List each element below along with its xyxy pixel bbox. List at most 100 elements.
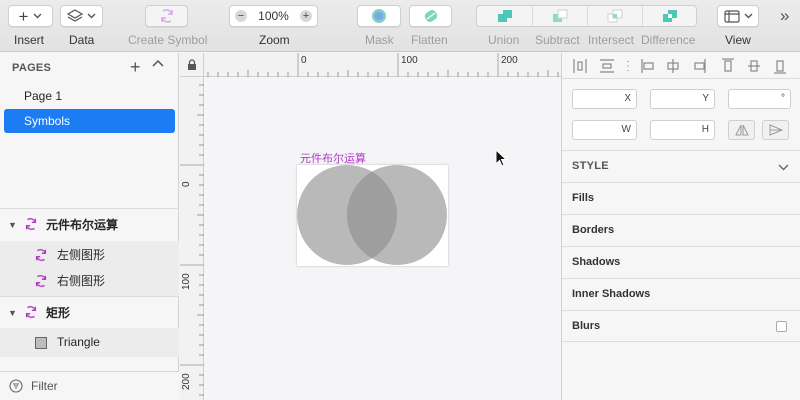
create-symbol-label: Create Symbol (128, 33, 208, 47)
layer-triangle[interactable]: Triangle (0, 328, 179, 357)
view-button[interactable] (717, 5, 759, 27)
align-top-icon[interactable] (722, 58, 734, 72)
artboard-title[interactable]: 元件布尔运算 (300, 150, 366, 166)
subtract-button[interactable] (532, 6, 587, 26)
zoom-control[interactable]: − 100% + (229, 5, 318, 27)
ruler-horizontal[interactable]: 0 100 200 (180, 53, 561, 77)
filter-bar: Filter (0, 371, 179, 400)
symbol-icon (25, 306, 37, 318)
inner-shadows-label: Inner Shadows (572, 288, 651, 300)
shadows-label: Shadows (572, 256, 621, 268)
distribute-vertical-icon[interactable] (600, 59, 614, 73)
layer-right-shape[interactable]: 右侧图形 (0, 267, 179, 296)
right-circle[interactable] (347, 165, 447, 265)
y-field[interactable]: Y (650, 89, 715, 109)
shadows-section[interactable]: Shadows (562, 246, 800, 278)
data-button[interactable] (60, 5, 103, 27)
filter-input[interactable]: Filter (31, 379, 58, 393)
layer-group-rectangle[interactable]: ▼ 矩形 (0, 296, 179, 328)
alignment-icons (573, 58, 786, 74)
intersect-button[interactable] (587, 6, 642, 26)
fills-section[interactable]: Fills (562, 182, 800, 214)
h-unit: H (701, 124, 709, 135)
page-item-symbols[interactable]: Symbols (4, 109, 175, 133)
chevron-down-icon[interactable] (778, 164, 789, 171)
pages-header: PAGES (12, 62, 52, 74)
flip-horizontal-button[interactable] (728, 120, 755, 140)
ruler-label: 100 (181, 273, 192, 290)
chevron-down-icon (744, 13, 752, 19)
mask-icon (372, 9, 386, 23)
blurs-checkbox[interactable] (776, 321, 787, 332)
add-page-button[interactable]: + (130, 58, 141, 76)
zoom-out-button[interactable]: − (235, 10, 247, 22)
ruler-corner-lock[interactable] (180, 53, 204, 77)
view-label: View (725, 33, 751, 47)
x-unit: X (624, 93, 631, 104)
rotation-unit: ° (781, 93, 785, 104)
symbol-icon (35, 275, 47, 287)
ruler-label: 200 (501, 55, 518, 66)
plus-icon: + (18, 6, 29, 26)
mask-button[interactable] (357, 5, 401, 27)
symbol-icon (35, 249, 47, 261)
insert-label: Insert (14, 33, 45, 47)
insert-button[interactable]: + (8, 5, 53, 27)
inspector-panel: X Y ° W H STYLE Fills Borders Shadows In… (561, 53, 800, 400)
align-bottom-icon[interactable] (774, 60, 786, 74)
y-unit: Y (702, 93, 709, 104)
artboard[interactable] (297, 165, 448, 266)
inner-shadows-section[interactable]: Inner Shadows (562, 278, 800, 310)
rotation-field[interactable]: ° (728, 89, 791, 109)
union-button[interactable] (477, 6, 532, 26)
ruler-vertical[interactable]: 0 100 200 (180, 77, 204, 400)
distribute-horizontal-icon[interactable] (573, 59, 587, 73)
style-section-header[interactable]: STYLE (562, 150, 800, 182)
mask-label: Mask (365, 33, 394, 47)
blurs-label: Blurs (572, 320, 601, 332)
alignment-toolbar (562, 53, 800, 79)
flip-vertical-button[interactable] (762, 120, 789, 140)
blurs-section[interactable]: Blurs (562, 310, 800, 342)
union-label: Union (488, 33, 520, 47)
flatten-label: Flatten (411, 33, 448, 47)
zoom-in-button[interactable]: + (299, 10, 312, 22)
width-field[interactable]: W (572, 120, 637, 140)
subtract-label: Subtract (535, 33, 580, 47)
fills-label: Fills (572, 192, 595, 204)
x-field[interactable]: X (572, 89, 637, 109)
symbol-icon (25, 218, 37, 230)
toolbar: + Insert Data Create Symbol − 100% + Zoo… (0, 0, 800, 52)
toolbar-overflow-button[interactable]: » (780, 6, 789, 26)
flip-vertical-icon (769, 124, 783, 136)
height-field[interactable]: H (650, 120, 715, 140)
create-symbol-button[interactable] (145, 5, 188, 27)
layer-left-shape[interactable]: 左侧图形 (0, 241, 179, 270)
symbol-icon (160, 9, 173, 23)
disclosure-triangle-icon[interactable]: ▼ (8, 209, 17, 241)
intersect-label: Intersect (588, 33, 635, 47)
align-center-h-icon[interactable] (667, 59, 679, 73)
layer-group-boolean[interactable]: ▼ 元件布尔运算 (0, 209, 179, 241)
disclosure-triangle-icon[interactable]: ▼ (8, 297, 17, 329)
layers-stack-icon (67, 9, 83, 22)
flatten-button[interactable] (409, 5, 452, 27)
page-item-page-1[interactable]: Page 1 (4, 84, 175, 108)
borders-section[interactable]: Borders (562, 214, 800, 246)
chevron-down-icon (87, 13, 96, 19)
difference-label: Difference (641, 33, 696, 47)
chevron-up-icon[interactable] (152, 59, 164, 69)
data-label: Data (69, 33, 95, 47)
difference-button[interactable] (642, 6, 697, 26)
difference-icon (663, 10, 677, 22)
subtract-icon (553, 9, 568, 22)
align-left-icon[interactable] (641, 59, 654, 73)
shape-layer-icon (35, 337, 47, 349)
layers-panel: PAGES + Page 1 Symbols ▼ 元件布尔运算 左侧图形 右侧图… (0, 53, 179, 400)
align-middle-v-icon[interactable] (748, 60, 760, 72)
align-right-icon[interactable] (694, 59, 706, 73)
layer-name: 右侧图形 (57, 274, 106, 288)
layer-name: 元件布尔运算 (46, 218, 119, 232)
canvas[interactable]: 0 100 200 0 100 200 元件布尔运算 (180, 53, 561, 400)
filter-icon[interactable] (9, 379, 23, 393)
